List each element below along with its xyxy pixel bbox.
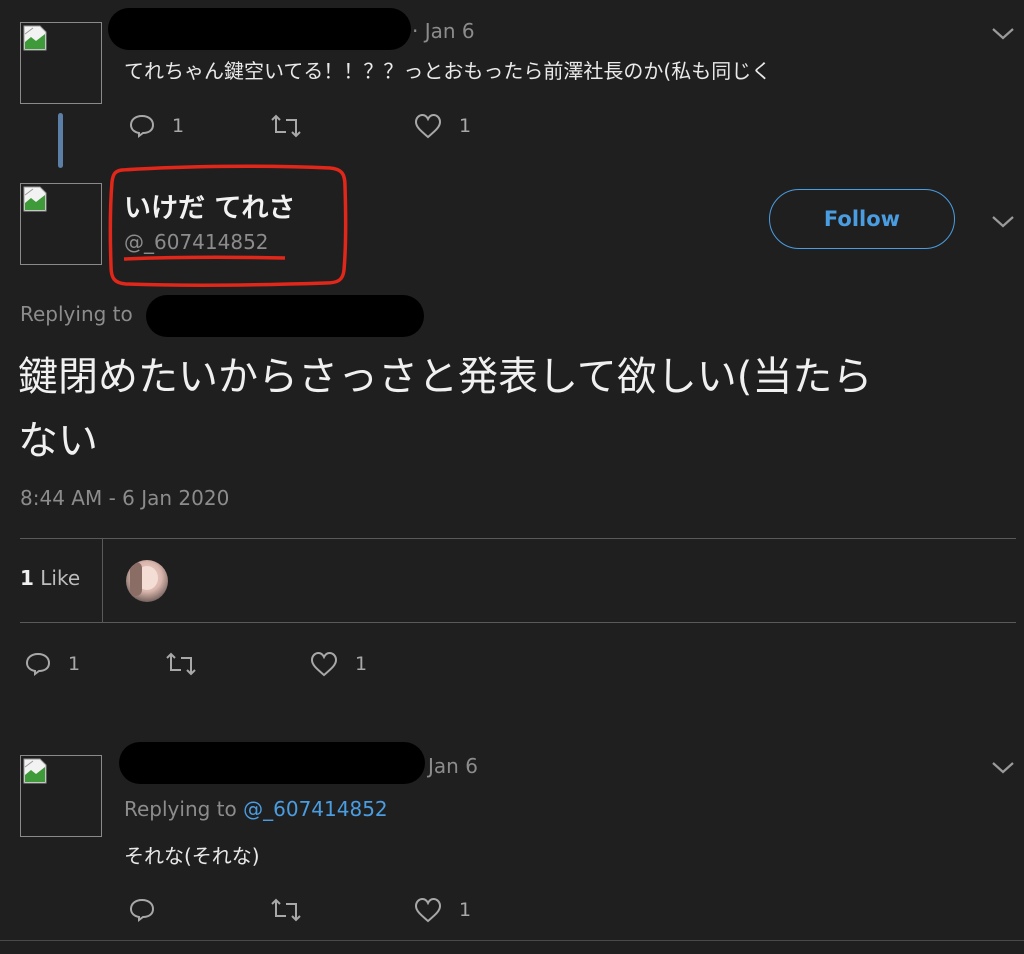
divider (20, 538, 1016, 539)
tweet-text: てれちゃん鍵空いてる！！？？っとおもったら前澤社長のか(私も同じく (124, 59, 772, 83)
thread-line (58, 113, 63, 168)
like-count: 1 (459, 115, 472, 137)
tweet-timestamp[interactable]: 8:44 AM - 6 Jan 2020 (20, 486, 229, 510)
reply-count: 1 (68, 653, 81, 675)
likes-count: 1 (20, 566, 34, 590)
broken-image-icon (23, 25, 47, 51)
likes-label: Like (40, 566, 81, 590)
avatar-broken-image[interactable] (20, 22, 102, 104)
reply-button[interactable] (128, 896, 156, 924)
retweet-button[interactable] (165, 650, 197, 678)
broken-image-icon (23, 186, 47, 212)
like-count: 1 (459, 899, 472, 921)
likes-summary[interactable]: 1 Like (20, 566, 80, 590)
replying-to-label: Replying to (20, 302, 133, 326)
retweet-button[interactable] (270, 112, 302, 140)
broken-image-icon (23, 758, 47, 784)
chevron-down-icon[interactable] (988, 758, 1018, 778)
like-button[interactable]: 1 (413, 896, 471, 924)
retweet-button[interactable] (270, 896, 302, 924)
redacted-username (108, 8, 411, 50)
reply-button[interactable]: 1 (128, 112, 184, 140)
reply-button[interactable]: 1 (24, 650, 80, 678)
like-icon (414, 113, 442, 139)
tweet-date: Jan 6 (428, 754, 478, 778)
tweet-text: それな(それな) (124, 844, 260, 868)
avatar-broken-image[interactable] (20, 183, 102, 265)
avatar-broken-image[interactable] (20, 755, 102, 837)
divider (0, 940, 1024, 941)
replying-to-handle[interactable]: @_607414852 (243, 797, 388, 821)
replying-to: Replying to @_607414852 (124, 797, 388, 821)
retweet-icon (271, 898, 301, 922)
red-highlight-annotation (108, 164, 348, 287)
tweet-date: · Jan 6 (412, 19, 475, 43)
divider (102, 538, 103, 623)
like-button[interactable]: 1 (413, 112, 471, 140)
main-tweet-text-line1: 鍵閉めたいからさっさと発表して欲しい(当たら (18, 354, 873, 400)
chevron-down-icon[interactable] (988, 24, 1018, 44)
follow-button[interactable]: Follow (769, 189, 955, 249)
redacted-reply-target (146, 295, 424, 337)
reply-icon (129, 898, 155, 922)
divider (20, 622, 1016, 623)
like-icon (310, 651, 338, 677)
reply-icon (129, 114, 155, 138)
like-button[interactable]: 1 (309, 650, 367, 678)
retweet-icon (271, 114, 301, 138)
liker-avatar[interactable] (126, 560, 168, 602)
redacted-username (119, 742, 425, 784)
reply-icon (25, 652, 51, 676)
like-count: 1 (355, 653, 368, 675)
replying-to-label: Replying to (124, 797, 237, 821)
like-icon (414, 897, 442, 923)
main-tweet-text-line2: ない (18, 418, 98, 464)
reply-count: 1 (172, 115, 185, 137)
chevron-down-icon[interactable] (988, 212, 1018, 232)
retweet-icon (166, 652, 196, 676)
